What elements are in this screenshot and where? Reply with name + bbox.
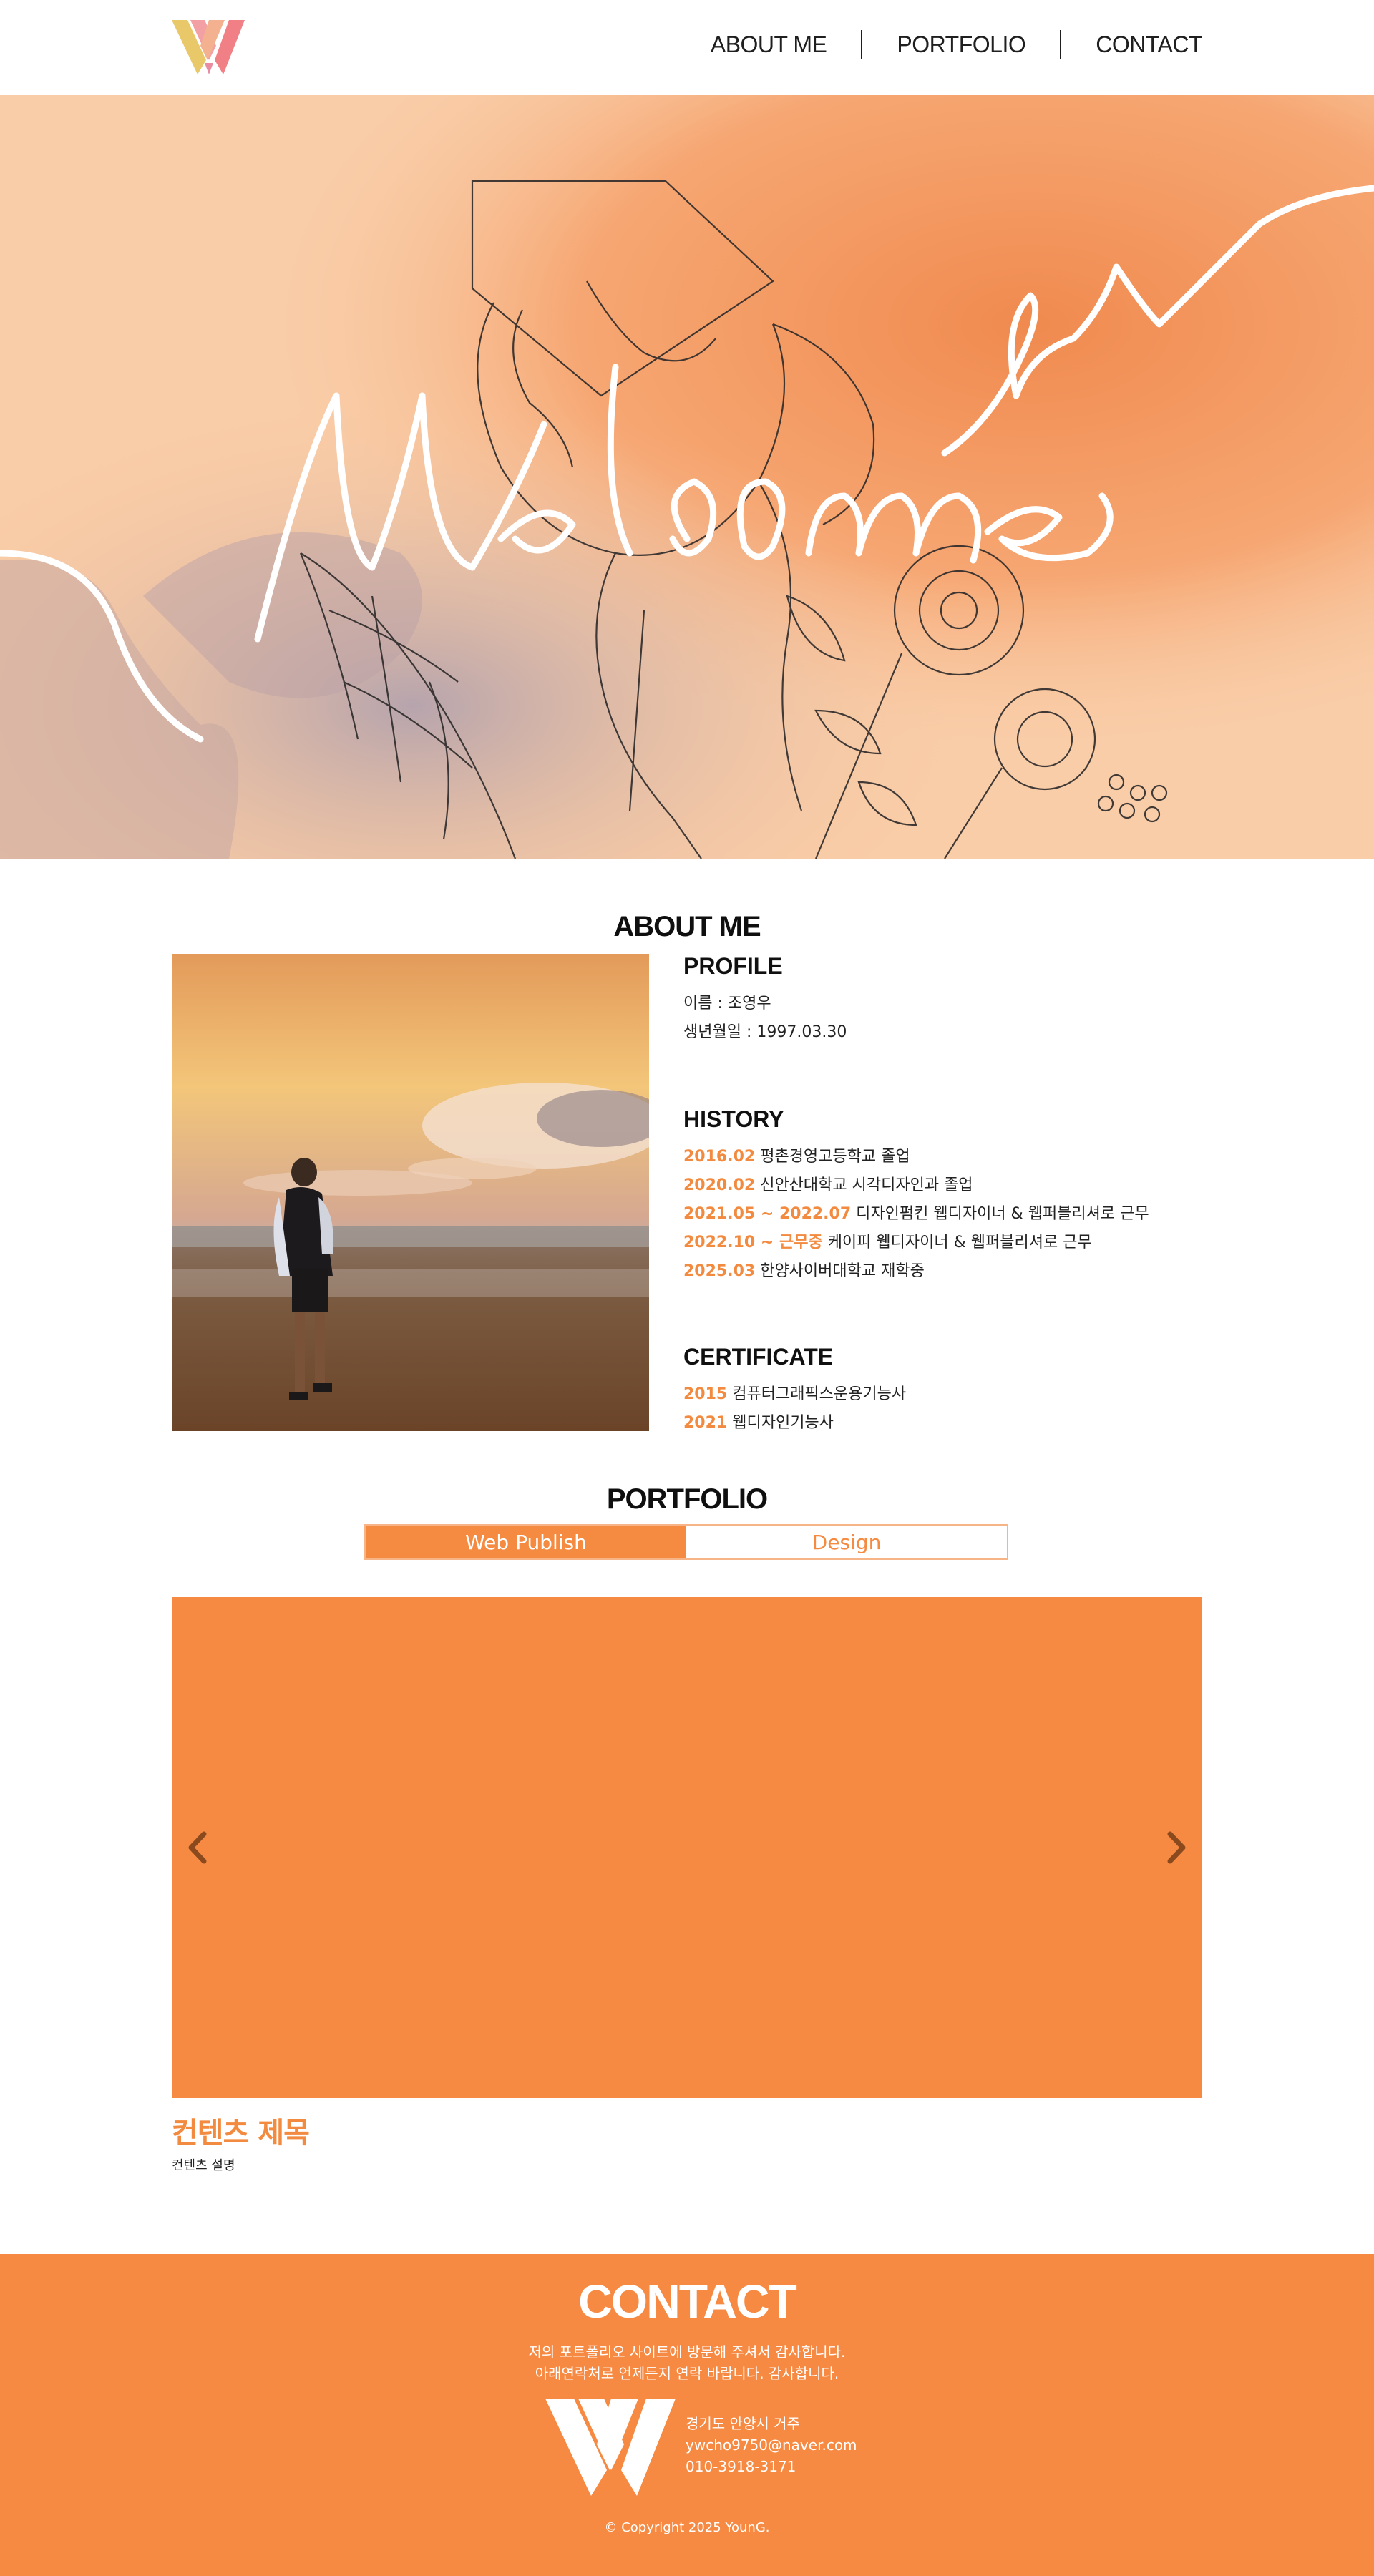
profile-photo (172, 954, 649, 1431)
chevron-left-icon[interactable] (180, 1830, 215, 1865)
history-date: 2016.02 (683, 1148, 756, 1166)
contact-info: 경기도 안양시 거주 ywcho9750@naver.com 010-3918-… (686, 2413, 857, 2477)
contact-desc-line: 저의 포트폴리오 사이트에 방문해 주셔서 감사합니다. (528, 2343, 846, 2361)
certificate-item: 2021 웹디자인기능사 (683, 1409, 906, 1438)
certificate-text: 웹디자인기능사 (732, 1414, 834, 1432)
tab-design[interactable]: Design (686, 1526, 1007, 1558)
history-item: 2016.02 평촌경영고등학교 졸업 (683, 1143, 1149, 1171)
contact-address: 경기도 안양시 거주 (686, 2415, 800, 2432)
w-logo-icon (545, 2399, 676, 2496)
certificate-text: 컴퓨터그래픽스운용기능사 (732, 1385, 907, 1403)
certificate-block: CERTIFICATE 2015 컴퓨터그래픽스운용기능사 2021 웹디자인기… (683, 1344, 906, 1438)
certificate-year: 2021 (683, 1414, 728, 1432)
profile-birth: 생년월일 : 1997.03.30 (683, 1023, 847, 1041)
content-title: 컨텐츠 제목 (172, 2117, 310, 2150)
hero-illustration (0, 95, 1374, 859)
history-item: 2022.10 ~ 근무중 케이피 웹디자이너 & 웹퍼블리셔로 근무 (683, 1229, 1149, 1257)
contact-desc-line: 아래연락처로 언제든지 연락 바랍니다. 감사합니다. (535, 2365, 839, 2382)
nav-portfolio[interactable]: PORTFOLIO (897, 31, 1025, 58)
contact-description: 저의 포트폴리오 사이트에 방문해 주셔서 감사합니다. 아래연락처로 언제든지… (0, 2341, 1374, 2384)
about-section-title: ABOUT ME (613, 911, 761, 943)
site-header: ABOUT ME PORTFOLIO CONTACT (0, 0, 1374, 95)
history-date: 2020.02 (683, 1176, 756, 1194)
history-item: 2021.05 ~ 2022.07 디자인펌킨 웹디자이너 & 웹퍼블리셔로 근… (683, 1200, 1149, 1229)
profile-heading: PROFILE (683, 953, 783, 979)
certificate-heading: CERTIFICATE (683, 1344, 834, 1370)
history-text: 케이피 웹디자이너 & 웹퍼블리셔로 근무 (827, 1234, 1092, 1252)
contact-title: CONTACT (578, 2275, 797, 2328)
history-text: 한양사이버대학교 재학중 (760, 1262, 925, 1280)
history-item: 2020.02 신안산대학교 시각디자인과 졸업 (683, 1171, 1149, 1200)
copyright: © Copyright 2025 YounG. (604, 2520, 770, 2535)
contact-email[interactable]: ywcho9750@naver.com (686, 2434, 857, 2456)
history-text: 디자인펌킨 웹디자이너 & 웹퍼블리셔로 근무 (856, 1205, 1149, 1223)
history-date: 2025.03 (683, 1262, 756, 1280)
profile-name: 이름 : 조영우 (683, 995, 771, 1013)
portfolio-tabs: Web Publish Design (364, 1524, 1008, 1560)
main-nav: ABOUT ME PORTFOLIO CONTACT (711, 30, 1202, 59)
profile-block: PROFILE 이름 : 조영우 생년월일 : 1997.03.30 (683, 953, 847, 1047)
tab-web-publish[interactable]: Web Publish (366, 1526, 686, 1558)
contact-phone[interactable]: 010-3918-3171 (686, 2456, 857, 2477)
portfolio-section-title: PORTFOLIO (606, 1483, 768, 1516)
certificate-item: 2015 컴퓨터그래픽스운용기능사 (683, 1380, 906, 1409)
history-date: 2022.10 ~ 근무중 (683, 1234, 823, 1252)
content-description: 컨텐츠 설명 (172, 2158, 235, 2173)
w-logo-icon[interactable] (172, 19, 247, 76)
nav-about-me[interactable]: ABOUT ME (711, 31, 827, 58)
chevron-right-icon[interactable] (1159, 1830, 1194, 1865)
nav-divider (1060, 30, 1062, 59)
portfolio-slider (172, 1597, 1202, 2098)
nav-contact[interactable]: CONTACT (1096, 31, 1202, 58)
history-item: 2025.03 한양사이버대학교 재학중 (683, 1257, 1149, 1286)
certificate-year: 2015 (683, 1385, 728, 1403)
history-text: 신안산대학교 시각디자인과 졸업 (760, 1176, 973, 1194)
history-heading: HISTORY (683, 1106, 784, 1132)
history-date: 2021.05 ~ 2022.07 (683, 1205, 852, 1223)
contact-section: CONTACT 저의 포트폴리오 사이트에 방문해 주셔서 감사합니다. 아래연… (0, 2254, 1374, 2576)
history-block: HISTORY 2016.02 평촌경영고등학교 졸업 2020.02 신안산대… (683, 1106, 1149, 1286)
history-text: 평촌경영고등학교 졸업 (760, 1148, 910, 1166)
hero-banner (0, 95, 1374, 859)
nav-divider (861, 30, 863, 59)
